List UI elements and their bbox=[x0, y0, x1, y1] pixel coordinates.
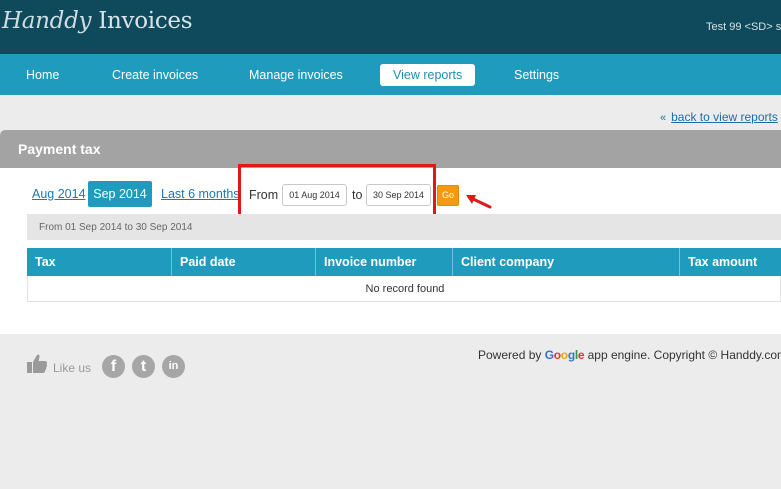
back-link-label[interactable]: back to view reports bbox=[671, 110, 778, 124]
nav-settings[interactable]: Settings bbox=[514, 64, 559, 86]
period-last-6-months[interactable]: Last 6 months bbox=[161, 187, 240, 201]
column-client-company[interactable]: Client company bbox=[452, 248, 679, 276]
back-to-view-reports-link[interactable]: « back to view reports bbox=[660, 110, 778, 124]
column-invoice-number[interactable]: Invoice number bbox=[315, 248, 452, 276]
range-summary: From 01 Sep 2014 to 30 Sep 2014 bbox=[39, 222, 193, 233]
range-summary-bar: From 01 Sep 2014 to 30 Sep 2014 bbox=[27, 214, 781, 240]
like-us-label: Like us bbox=[53, 361, 92, 375]
nav-view-reports[interactable]: View reports bbox=[380, 64, 476, 86]
linkedin-icon[interactable]: in bbox=[162, 355, 185, 378]
double-chevron-left-icon: « bbox=[660, 112, 667, 124]
from-date-input[interactable] bbox=[282, 184, 347, 206]
facebook-icon[interactable]: f bbox=[102, 355, 125, 378]
thumbs-up-icon bbox=[27, 354, 48, 373]
powered-suffix: app engine. Copyright © Handdy.com bbox=[584, 348, 781, 362]
twitter-icon[interactable]: t bbox=[132, 355, 155, 378]
nav-create-invoices[interactable]: Create invoices bbox=[112, 64, 198, 86]
column-tax[interactable]: Tax bbox=[27, 248, 171, 276]
report-panel: Payment tax Aug 2014 Sep 2014 Last 6 mon… bbox=[0, 130, 781, 334]
column-tax-amount[interactable]: Tax amount bbox=[679, 248, 781, 276]
red-arrow-annotation-icon bbox=[466, 195, 492, 209]
main-nav: Home Create invoices Manage invoices Vie… bbox=[0, 54, 781, 95]
top-header: Handdy Invoices Test 99 <SD> sc bbox=[0, 0, 781, 54]
powered-prefix: Powered by bbox=[478, 348, 545, 362]
google-logo: Google bbox=[544, 348, 585, 362]
column-paid-date[interactable]: Paid date bbox=[171, 248, 315, 276]
table-body: No record found bbox=[27, 276, 781, 302]
user-account-info[interactable]: Test 99 <SD> sc bbox=[706, 21, 781, 33]
table-header: Tax Paid date Invoice number Client comp… bbox=[27, 248, 781, 276]
powered-by-text: Powered by Google app engine. Copyright … bbox=[478, 348, 781, 362]
period-sep-2014[interactable]: Sep 2014 bbox=[88, 181, 152, 207]
brand-name-part1: Handdy bbox=[2, 8, 92, 34]
period-aug-2014[interactable]: Aug 2014 bbox=[32, 187, 86, 201]
no-record-message: No record found bbox=[365, 283, 445, 295]
page-title: Payment tax bbox=[18, 141, 101, 157]
to-label: to bbox=[352, 188, 363, 202]
nav-home[interactable]: Home bbox=[26, 64, 59, 86]
brand-name-part2: Invoices bbox=[91, 8, 193, 34]
to-date-input[interactable] bbox=[366, 184, 431, 206]
from-label: From bbox=[249, 188, 279, 202]
nav-manage-invoices[interactable]: Manage invoices bbox=[249, 64, 343, 86]
go-button[interactable]: Go bbox=[437, 185, 459, 206]
panel-header: Payment tax bbox=[0, 130, 781, 168]
brand-logo[interactable]: Handdy Invoices bbox=[2, 8, 193, 34]
